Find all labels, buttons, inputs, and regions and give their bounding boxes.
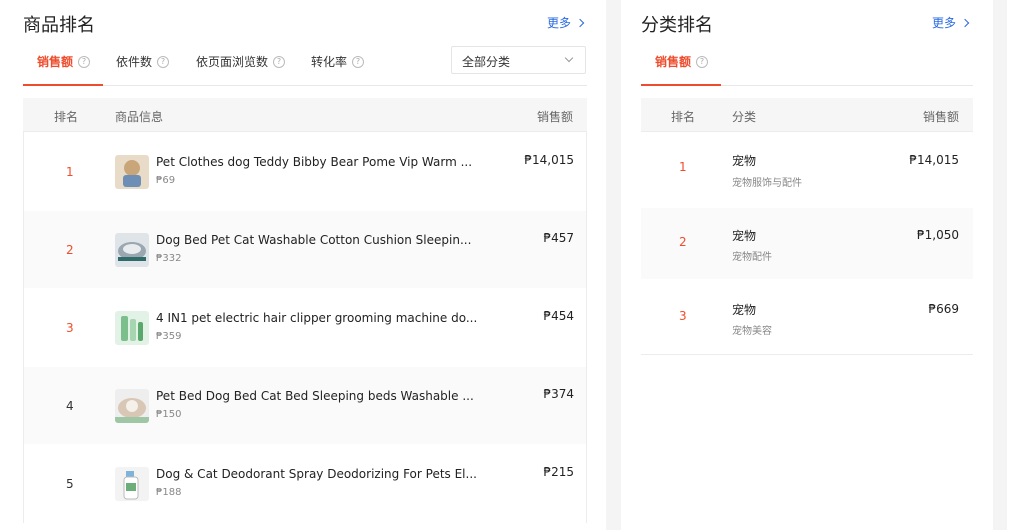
col-product-info: 商品信息: [115, 110, 164, 124]
product-name[interactable]: Dog & Cat Deodorant Spray Deodorizing Fo…: [156, 467, 477, 481]
product-price: ₱359: [156, 331, 182, 342]
product-more-link[interactable]: 更多: [547, 14, 585, 31]
product-sales: ₱454: [543, 309, 574, 323]
help-icon[interactable]: ?: [696, 55, 709, 68]
category-name[interactable]: 宠物: [732, 152, 756, 169]
rank-number: 1: [66, 165, 74, 179]
table-row[interactable]: 1 Pet Clothes dog Teddy Bibby Bear Pome …: [24, 133, 586, 211]
chevron-right-icon: [575, 18, 585, 27]
chevron-right-icon: [960, 18, 970, 27]
rank-number: 5: [66, 477, 74, 491]
table-row[interactable]: 4 Pet Bed Dog Bed Cat Bed Sleeping beds …: [24, 367, 586, 445]
category-more-link[interactable]: 更多: [932, 14, 970, 31]
rank-number: 2: [679, 235, 687, 249]
tab-units-sold[interactable]: 依件数 ?: [116, 53, 170, 70]
divider: [641, 354, 973, 355]
tab-category-sales-amount[interactable]: 销售额 ?: [655, 53, 709, 70]
table-row[interactable]: 2 Dog Bed Pet Cat Washable Cotton Cushio…: [24, 211, 586, 289]
tab-label: 依件数: [116, 55, 153, 69]
table-row[interactable]: 1 宠物 宠物服饰与配件 ₱14,015: [641, 132, 973, 208]
table-row[interactable]: 5 Dog & Cat Deodorant Spray Deodorizing …: [24, 445, 586, 523]
category-filter-value: 全部分类: [462, 55, 511, 69]
product-thumbnail[interactable]: [115, 233, 149, 267]
table-row[interactable]: 2 宠物 宠物配件 ₱1,050: [641, 208, 973, 280]
tab-label: 依页面浏览数: [196, 55, 269, 69]
tab-conversion-rate[interactable]: 转化率 ?: [311, 53, 365, 70]
product-price: ₱188: [156, 487, 182, 498]
col-rank: 排名: [54, 110, 79, 124]
category-name[interactable]: 宠物: [732, 227, 756, 244]
category-more-label: 更多: [932, 16, 957, 30]
table-row[interactable]: 3 4 IN1 pet electric hair clipper groomi…: [24, 289, 586, 367]
tab-sales-amount[interactable]: 销售额 ?: [37, 53, 91, 70]
col-category: 分类: [732, 110, 757, 124]
category-sales: ₱1,050: [917, 228, 959, 242]
product-ranking-title: 商品排名: [23, 15, 95, 36]
tab-label: 转化率: [311, 55, 348, 69]
rank-number: 3: [679, 309, 687, 323]
tab-label: 销售额: [37, 55, 74, 69]
col-sales: 销售额: [922, 110, 959, 124]
help-icon[interactable]: ?: [352, 55, 365, 68]
col-rank: 排名: [671, 110, 696, 124]
active-tab-indicator: [23, 84, 103, 86]
category-filter-dropdown[interactable]: 全部分类: [451, 46, 586, 74]
product-thumbnail[interactable]: [115, 389, 149, 423]
table-row[interactable]: 3 宠物 宠物美容 ₱669: [641, 280, 973, 354]
col-sales: 销售额: [536, 110, 573, 124]
product-thumbnail[interactable]: [115, 155, 149, 189]
category-name[interactable]: 宠物: [732, 301, 756, 318]
product-price: ₱150: [156, 409, 182, 420]
category-table-header: 排名 分类 销售额: [641, 98, 973, 132]
product-more-label: 更多: [547, 16, 572, 30]
product-thumbnail[interactable]: [115, 311, 149, 345]
product-sales: ₱457: [543, 231, 574, 245]
help-icon[interactable]: ?: [273, 55, 286, 68]
product-name[interactable]: 4 IN1 pet electric hair clipper grooming…: [156, 311, 477, 325]
product-name[interactable]: Dog Bed Pet Cat Washable Cotton Cushion …: [156, 233, 471, 247]
product-price: ₱332: [156, 253, 182, 264]
tab-page-views[interactable]: 依页面浏览数 ?: [196, 53, 286, 70]
category-sales: ₱669: [928, 302, 959, 316]
category-sales: ₱14,015: [909, 153, 959, 167]
product-thumbnail[interactable]: [115, 467, 149, 501]
rank-number: 4: [66, 399, 74, 413]
category-metric-tabs: 销售额 ?: [641, 43, 973, 86]
subcategory-name: 宠物服饰与配件: [732, 178, 802, 189]
tab-label: 销售额: [655, 55, 692, 69]
product-ranking-card: 商品排名 更多 销售额 ? 依件数 ? 依页面浏览数 ? 转化率 ? 全部分类 …: [0, 0, 606, 530]
adjacent-card-edge: [1007, 0, 1019, 530]
active-tab-indicator: [641, 84, 721, 86]
product-price: ₱69: [156, 175, 176, 186]
product-name[interactable]: Pet Clothes dog Teddy Bibby Bear Pome Vi…: [156, 155, 472, 169]
subcategory-name: 宠物美容: [732, 326, 772, 337]
product-sales: ₱215: [543, 465, 574, 479]
product-name[interactable]: Pet Bed Dog Bed Cat Bed Sleeping beds Wa…: [156, 389, 474, 403]
rank-number: 1: [679, 160, 687, 174]
product-table-header: 排名 商品信息 销售额: [23, 98, 587, 132]
product-sales: ₱374: [543, 387, 574, 401]
chevron-down-icon: [564, 53, 574, 63]
help-icon[interactable]: ?: [78, 55, 91, 68]
subcategory-name: 宠物配件: [732, 252, 772, 263]
rank-number: 2: [66, 243, 74, 257]
category-ranking-title: 分类排名: [641, 15, 713, 36]
product-sales: ₱14,015: [524, 153, 574, 167]
rank-number: 3: [66, 321, 74, 335]
help-icon[interactable]: ?: [157, 55, 170, 68]
